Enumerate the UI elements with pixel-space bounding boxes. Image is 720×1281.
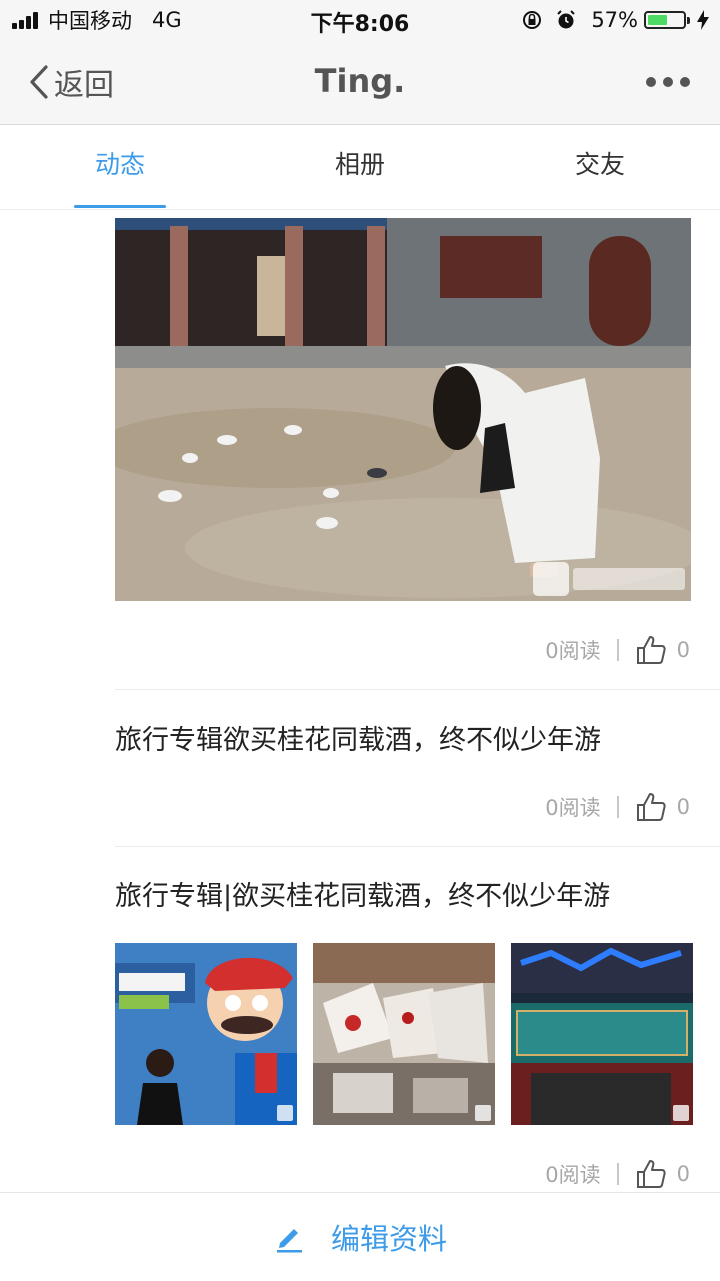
thumbnail-mural[interactable] <box>115 943 297 1125</box>
tab-album[interactable]: 相册 <box>240 125 480 209</box>
photo-temple-gate-image <box>511 943 693 1125</box>
page-title: Ting. <box>314 62 406 100</box>
thumbnail-fans[interactable] <box>313 943 495 1125</box>
meta-divider <box>616 796 619 818</box>
battery-percent: 57% <box>591 8 638 32</box>
post-divider <box>115 846 720 847</box>
thumbnail-gate[interactable] <box>511 943 693 1125</box>
post-2-meta: 0阅读 0 <box>0 787 690 827</box>
photo-mario-mural-image <box>115 943 297 1125</box>
edit-profile-label: 编辑资料 <box>330 1222 447 1256</box>
status-bar: 中国移动 4G 下午8:06 57% <box>0 0 720 40</box>
active-tab-indicator <box>74 205 166 208</box>
nav-bar: 返回 Ting. <box>0 40 720 125</box>
post-title[interactable]: 旅行专辑|欲买桂花同载酒，终不似少年游 <box>115 874 610 913</box>
more-button[interactable] <box>639 70 690 94</box>
meta-divider <box>616 1163 619 1185</box>
post-3-meta: 0阅读 0 <box>0 1154 690 1194</box>
photo-courtyard-image <box>115 218 691 601</box>
tab-activity[interactable]: 动态 <box>0 125 240 209</box>
thumbs-up-icon[interactable] <box>635 791 667 823</box>
tab-bar: 动态 相册 交友 <box>0 125 720 210</box>
read-count: 0阅读 <box>545 796 601 820</box>
battery-icon <box>644 11 690 29</box>
post-photo[interactable] <box>115 218 691 601</box>
like-count: 0 <box>676 795 690 819</box>
orientation-lock-icon <box>523 11 542 29</box>
thumbs-up-icon[interactable] <box>635 634 667 666</box>
post-1-meta: 0阅读 0 <box>0 630 690 670</box>
tab-friends[interactable]: 交友 <box>480 125 720 209</box>
more-dot-icon <box>646 77 656 87</box>
like-count: 0 <box>676 638 690 662</box>
post-divider <box>115 689 720 690</box>
pencil-icon <box>276 1229 302 1253</box>
photo-fan-stall-image <box>313 943 495 1125</box>
post-title[interactable]: 旅行专辑欲买桂花同载酒，终不似少年游 <box>115 718 601 757</box>
read-count: 0阅读 <box>545 1163 601 1187</box>
edit-profile-button[interactable]: 编辑资料 <box>273 1216 447 1258</box>
thumbs-up-icon[interactable] <box>635 1158 667 1190</box>
read-count: 0阅读 <box>545 639 601 663</box>
bottom-bar: 编辑资料 <box>0 1192 720 1281</box>
meta-divider <box>616 639 619 661</box>
more-dot-icon <box>680 77 690 87</box>
charging-icon <box>697 10 709 30</box>
status-right: 57% <box>521 6 710 34</box>
alarm-icon <box>557 10 576 29</box>
like-count: 0 <box>676 1162 690 1186</box>
more-dot-icon <box>663 77 673 87</box>
